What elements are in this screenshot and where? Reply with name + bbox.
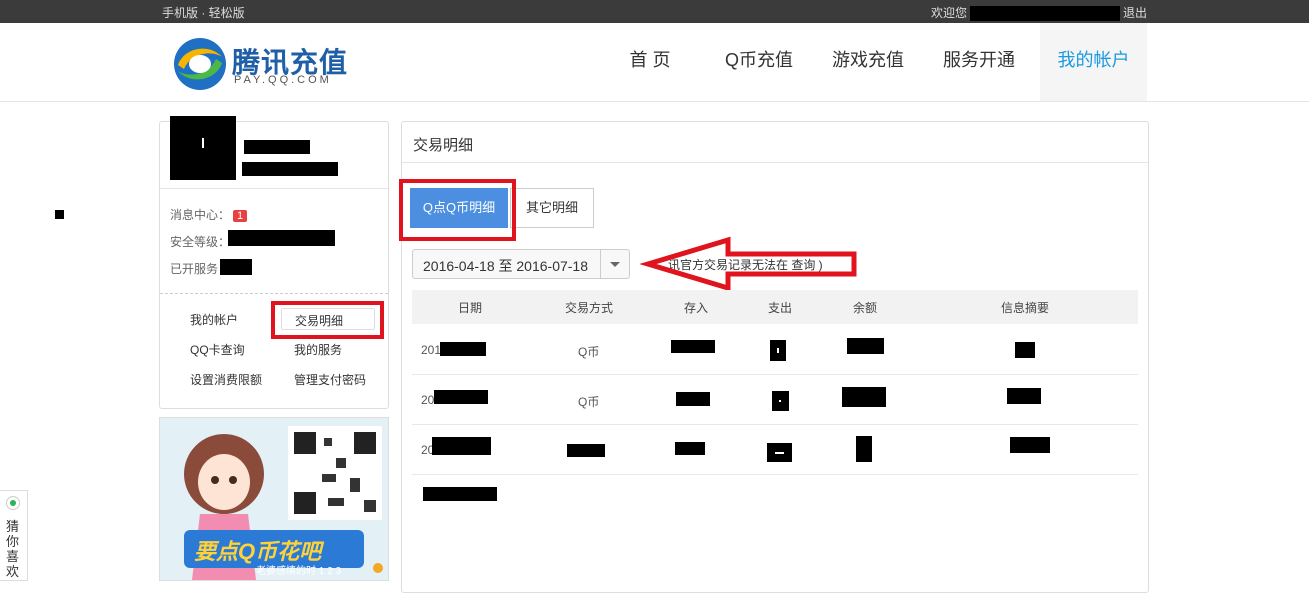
col-withdraw: 支出	[767, 301, 793, 315]
message-center[interactable]: 消息中心： 1	[170, 206, 248, 224]
nav-game-recharge[interactable]: 游戏充值	[820, 23, 916, 101]
table-header: 日期 交易方式 存入 支出 余额 信息摘要	[412, 290, 1138, 324]
redacted-services-value	[220, 259, 252, 275]
sidebar-link-pay-password[interactable]: 管理支付密码	[294, 371, 366, 388]
annotation-highlight-tab	[399, 179, 516, 241]
security-level: 安全等级：	[170, 235, 231, 249]
account-sidebar: 消息中心： 1 安全等级： 已开服务 我的帐户 交易明细 QQ卡查询 我的服务 设…	[159, 116, 389, 409]
redacted-security-value	[228, 230, 335, 246]
status-dot-icon	[6, 496, 20, 510]
message-count-badge: 1	[233, 210, 248, 222]
guess-you-like-widget[interactable]: 猜你喜欢	[0, 490, 28, 581]
redaction-mark	[55, 210, 64, 219]
opened-services: 已开服务	[170, 262, 219, 276]
sidebar-link-my-account[interactable]: 我的帐户	[190, 311, 238, 328]
redacted-nickname	[244, 140, 310, 154]
nav-qcoin-recharge[interactable]: Q币充值	[712, 23, 806, 101]
redacted-footer-text	[423, 487, 497, 501]
nav-my-account[interactable]: 我的帐户	[1040, 23, 1147, 101]
ad-banner[interactable]: 要点Q币花吧 老婆感情的时 1 2 3	[159, 417, 389, 581]
redacted-avatar	[170, 116, 236, 180]
annotation-arrow-icon	[640, 236, 857, 292]
sidebar-link-spend-limit[interactable]: 设置消费限额	[190, 371, 262, 388]
tenpay-logo-icon[interactable]	[170, 35, 230, 93]
ad-subtext: 老婆感情的时 1 2 3	[256, 566, 342, 577]
col-method: 交易方式	[564, 301, 614, 315]
welcome-area: 欢迎您 退出	[930, 4, 1147, 22]
chevron-down-icon[interactable]	[600, 250, 629, 278]
date-range-select[interactable]: 2016-04-18 至 2016-07-18	[412, 249, 630, 279]
annotation-highlight-sidebar	[271, 301, 384, 339]
date-range-value: 2016-04-18 至 2016-07-18	[423, 258, 589, 274]
sidebar-link-my-services[interactable]: 我的服务	[294, 341, 342, 358]
guess-you-like-label: 猜你喜欢	[6, 519, 20, 579]
col-date: 日期	[457, 301, 483, 315]
nav-home[interactable]: 首 页	[612, 23, 688, 101]
redacted-username	[969, 6, 1120, 22]
tab-other-details[interactable]: 其它明细	[510, 188, 594, 228]
redacted-qq-number	[242, 162, 338, 176]
sidebar-link-qq-card[interactable]: QQ卡查询	[190, 341, 245, 358]
site-header: 腾讯充值 PAY.QQ.COM 首 页 Q币充值 游戏充值 服务开通 我的帐户	[0, 23, 1309, 102]
col-balance: 余额	[852, 301, 878, 315]
nav-service-activation[interactable]: 服务开通	[930, 23, 1028, 101]
logout-link[interactable]: 退出	[1123, 6, 1147, 20]
mobile-light-links[interactable]: 手机版 · 轻松版	[162, 4, 245, 21]
top-bar: 手机版 · 轻松版 欢迎您 退出	[0, 0, 1309, 23]
logo-subtitle: PAY.QQ.COM	[234, 74, 332, 86]
col-deposit: 存入	[683, 301, 709, 315]
welcome-text: 欢迎您	[930, 6, 967, 20]
panel-title: 交易明细	[413, 137, 474, 154]
col-summary: 信息摘要	[1000, 301, 1050, 315]
